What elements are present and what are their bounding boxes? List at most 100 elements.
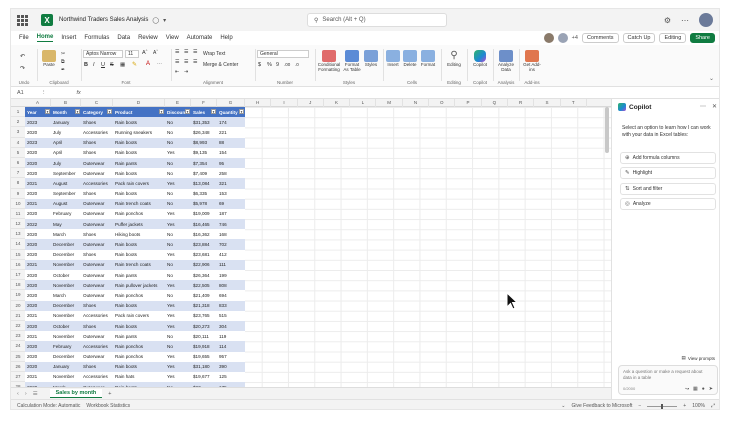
table-cell[interactable]: Rain pants <box>113 270 165 281</box>
close-icon[interactable]: ✕ <box>712 103 717 110</box>
table-cell[interactable]: Accessories <box>81 178 113 189</box>
zoom-slider[interactable] <box>647 403 678 409</box>
currency-icon[interactable]: $ <box>258 62 261 68</box>
table-cell[interactable]: August <box>51 178 81 189</box>
table-cell[interactable]: February <box>51 341 81 352</box>
table-cell[interactable]: Shoes <box>81 249 113 260</box>
table-column-header[interactable]: Year ▾ <box>25 107 51 118</box>
table-row[interactable]: 2020 February Outerwear Rain ponchos Yes $19,… <box>25 208 245 220</box>
table-cell[interactable]: July <box>51 127 81 138</box>
table-column-header[interactable]: Product ▾ <box>113 107 165 118</box>
column-header[interactable]: Q <box>482 99 508 107</box>
table-cell[interactable]: 304 <box>217 320 245 332</box>
table-cell[interactable]: No <box>165 331 191 342</box>
table-cell[interactable]: Yes <box>165 310 191 321</box>
table-cell[interactable]: $23,765 <box>191 310 217 321</box>
table-cell[interactable]: $7,409 <box>191 168 217 179</box>
column-header[interactable]: M <box>377 99 403 107</box>
table-cell[interactable]: No <box>165 137 191 148</box>
microphone-icon[interactable]: ● <box>702 386 705 392</box>
more-font-options-icon[interactable]: ⋯ <box>157 61 162 67</box>
table-row[interactable]: 2020 December Outerwear Rain boots No $23,884… <box>25 239 245 250</box>
table-row[interactable]: 2021 November Outerwear Rain pants No $20,111… <box>25 331 245 342</box>
table-cell[interactable]: 154 <box>217 147 245 158</box>
undo-icon[interactable]: ↶ <box>20 53 25 60</box>
table-cell[interactable]: Shoes <box>81 229 113 240</box>
table-row[interactable]: 2023 January Shoes Rain boots No $31,353 174 <box>25 117 245 128</box>
increase-indent-icon[interactable]: ⇥ <box>184 69 188 75</box>
table-cell[interactable]: No <box>165 259 191 270</box>
editing-mode-button[interactable]: Editing <box>659 33 687 43</box>
format-cells-button[interactable]: Format <box>419 50 437 68</box>
delete-cells-button[interactable]: Delete <box>402 50 418 68</box>
table-cell[interactable]: Rain boots <box>113 147 165 158</box>
table-cell[interactable]: Hiking boots <box>113 229 165 240</box>
table-cell[interactable]: Pack rain covers <box>113 178 165 189</box>
column-header[interactable]: D <box>113 99 165 107</box>
table-cell[interactable]: Rain ponchos <box>113 290 165 301</box>
sheet-tab-sales-by-month[interactable]: Sales by month <box>49 389 103 398</box>
decrease-indent-icon[interactable]: ⇤ <box>175 69 179 75</box>
row-header[interactable]: 12 <box>11 219 25 230</box>
table-cell[interactable]: $9,135 <box>191 147 217 158</box>
table-cell[interactable]: Shoes <box>81 188 113 199</box>
analyze-button[interactable]: ◎ Analyze <box>620 198 716 210</box>
table-cell[interactable]: Rain boots <box>113 361 165 372</box>
table-row[interactable]: 2021 November Accessories Rain hats Yes $19,6… <box>25 371 245 383</box>
highlight-button[interactable]: ✎ Highlight <box>620 167 716 179</box>
table-cell[interactable]: Shoes <box>81 117 113 128</box>
row-header[interactable]: 23 <box>11 331 25 342</box>
column-header[interactable]: H <box>245 99 272 107</box>
table-cell[interactable]: $21,409 <box>191 290 217 301</box>
align-bottom-icon[interactable]: ☰ <box>193 49 197 55</box>
collaborator-count[interactable]: +4 <box>572 35 578 41</box>
increase-font-icon[interactable]: Aˆ <box>142 50 148 56</box>
table-cell[interactable]: Pack rain covers <box>113 310 165 321</box>
table-cell[interactable]: $13,084 <box>191 178 217 189</box>
table-cell[interactable]: 2020 <box>25 229 51 240</box>
add-formula-columns-button[interactable]: ⊕ Add formula columns <box>620 152 716 164</box>
align-right-icon[interactable]: ☰ <box>193 59 197 65</box>
table-cell[interactable]: Rain boots <box>113 239 165 250</box>
table-cell[interactable]: $20,111 <box>191 331 217 342</box>
table-cell[interactable]: 168 <box>217 229 245 240</box>
row-header[interactable]: 13 <box>11 229 25 240</box>
table-cell[interactable]: 2020 <box>25 290 51 301</box>
table-cell[interactable]: $21,318 <box>191 300 217 311</box>
table-row[interactable]: 2020 March Outerwear Rain ponchos No $21,409 6… <box>25 290 245 301</box>
table-cell[interactable]: Puffer jackets <box>113 219 165 230</box>
row-header[interactable]: 17 <box>11 270 25 281</box>
table-cell[interactable]: Rain pants <box>113 157 165 169</box>
column-header[interactable]: N <box>403 99 430 107</box>
strikethrough-icon[interactable]: S <box>110 62 114 68</box>
menu-view[interactable]: View <box>166 35 179 41</box>
table-cell[interactable]: $19,677 <box>191 371 217 383</box>
table-cell[interactable]: 2020 <box>25 270 51 281</box>
search-box[interactable]: ⚲ Search (Alt + Q) <box>307 13 447 27</box>
menu-formulas[interactable]: Formulas <box>84 35 109 41</box>
table-cell[interactable]: July <box>51 157 81 169</box>
table-cell[interactable]: Shoes <box>81 300 113 311</box>
menu-review[interactable]: Review <box>138 35 158 41</box>
table-cell[interactable]: $6,335 <box>191 188 217 199</box>
row-header[interactable]: 2 <box>11 117 25 128</box>
table-cell[interactable]: 746 <box>217 219 245 230</box>
table-cell[interactable]: October <box>51 320 81 332</box>
table-cell[interactable]: March <box>51 229 81 240</box>
table-cell[interactable]: 119 <box>217 331 245 342</box>
row-header[interactable]: 18 <box>11 280 25 291</box>
table-cell[interactable]: Yes <box>165 320 191 332</box>
column-header[interactable]: L <box>350 99 377 107</box>
autosave-chevron-icon[interactable]: ▾ <box>163 17 166 24</box>
attach-icon[interactable]: ↝ <box>685 386 689 392</box>
editing-button[interactable]: ⚲ Editing <box>444 50 464 68</box>
table-cell[interactable]: Yes <box>165 147 191 158</box>
table-cell[interactable]: May <box>51 219 81 230</box>
table-cell[interactable]: Yes <box>165 178 191 189</box>
table-cell[interactable]: 153 <box>217 188 245 199</box>
table-row[interactable]: 2020 December Shoes Rain boots Yes $23,681 412 <box>25 249 245 260</box>
filter-dropdown-icon[interactable]: ▾ <box>45 109 50 114</box>
table-cell[interactable]: Yes <box>165 249 191 260</box>
align-top-icon[interactable]: ☰ <box>175 49 179 55</box>
table-cell[interactable]: 2020 <box>25 188 51 199</box>
